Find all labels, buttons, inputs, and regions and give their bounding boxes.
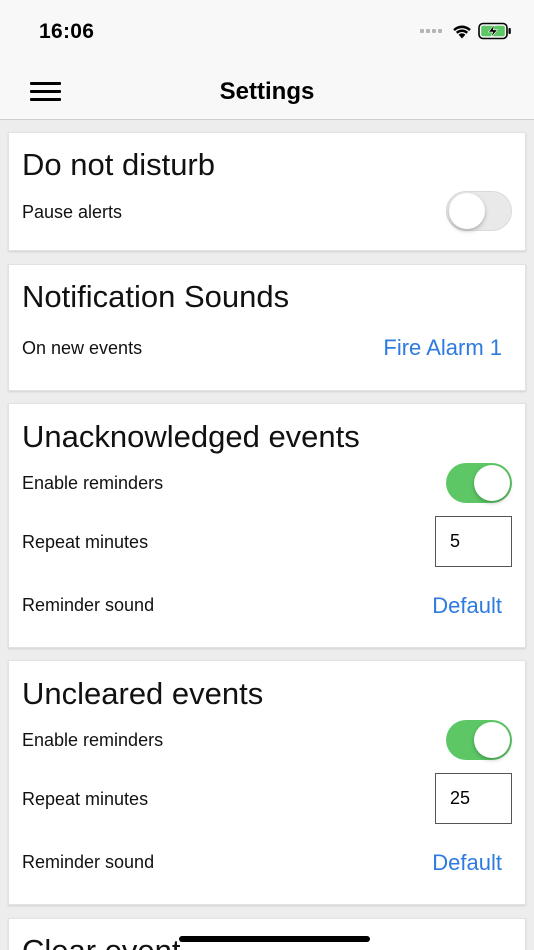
- unacknowledged-card: Unacknowledged events Enable reminders R…: [8, 403, 526, 648]
- unack-sound-select[interactable]: Default: [432, 593, 502, 619]
- clear-event-card: Clear event: [8, 918, 526, 950]
- unack-repeat-label: Repeat minutes: [22, 532, 149, 552]
- toggle-knob: [449, 193, 485, 229]
- uncleared-enable-label: Enable reminders: [22, 730, 164, 750]
- battery-charging-icon: [478, 22, 511, 40]
- pause-alerts-label: Pause alerts: [22, 202, 123, 222]
- dnd-title: Do not disturb: [22, 147, 215, 182]
- clear-event-title: Clear event: [22, 933, 181, 950]
- unacknowledged-title: Unacknowledged events: [22, 419, 360, 454]
- toggle-knob: [474, 465, 510, 501]
- new-events-label: On new events: [22, 338, 143, 358]
- uncleared-title: Uncleared events: [22, 676, 264, 711]
- unack-repeat-input[interactable]: [435, 516, 512, 567]
- status-bar: 16:06: [0, 0, 534, 62]
- nav-bar: Settings: [0, 62, 534, 120]
- status-time: 16:06: [39, 20, 95, 43]
- unack-enable-toggle[interactable]: [446, 463, 512, 503]
- pause-alerts-toggle[interactable]: [446, 191, 512, 231]
- notification-sounds-card: Notification Sounds On new events Fire A…: [8, 264, 526, 391]
- new-events-sound-select[interactable]: Fire Alarm 1: [383, 335, 502, 361]
- notification-sounds-title: Notification Sounds: [22, 279, 290, 314]
- wifi-icon: [453, 25, 471, 39]
- dnd-card: Do not disturb Pause alerts: [8, 132, 526, 251]
- uncleared-card: Uncleared events Enable reminders Repeat…: [8, 660, 526, 905]
- uncleared-enable-toggle[interactable]: [446, 720, 512, 760]
- uncleared-sound-select[interactable]: Default: [432, 850, 502, 876]
- page-title: Settings: [219, 78, 315, 105]
- toggle-knob: [474, 722, 510, 758]
- status-icons: [420, 22, 512, 40]
- unack-sound-label: Reminder sound: [22, 595, 155, 615]
- uncleared-repeat-label: Repeat minutes: [22, 789, 149, 809]
- cellular-signal-icon: [420, 29, 442, 33]
- unack-enable-label: Enable reminders: [22, 473, 164, 493]
- home-indicator[interactable]: [179, 936, 370, 942]
- uncleared-sound-label: Reminder sound: [22, 852, 155, 872]
- uncleared-repeat-input[interactable]: [435, 773, 512, 824]
